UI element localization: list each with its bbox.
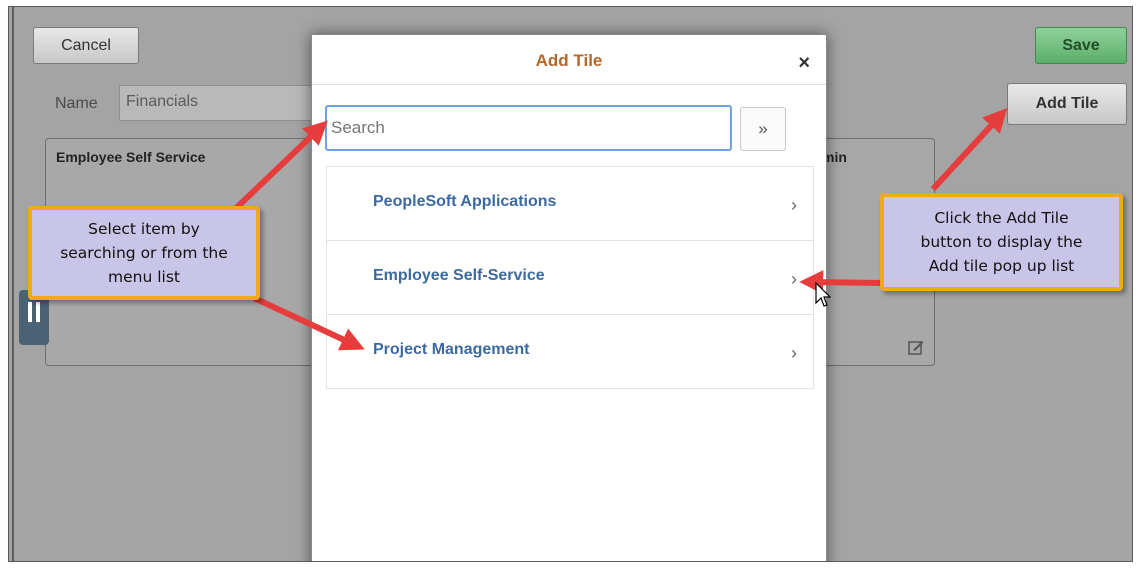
callout-line: menu list [108,268,180,286]
callout-line: Select item by [88,220,200,238]
save-button[interactable]: Save [1035,27,1127,64]
menu-item-project-management[interactable]: Project Management › [327,315,813,389]
mouse-cursor-icon [815,282,831,307]
search-go-button[interactable]: » [740,107,786,151]
add-tile-dialog: Add Tile × » PeopleSoft Applications › E… [311,34,827,561]
callout-line: button to display the [920,233,1083,251]
callout-line: searching or from the [60,244,228,262]
callout-line: Click the Add Tile [934,209,1069,227]
cancel-button[interactable]: Cancel [33,27,139,64]
callout-select-item: Select item by searching or from the men… [28,206,260,300]
menu-item-label: Employee Self-Service [373,267,545,284]
menu-item-employee-self-service[interactable]: Employee Self-Service › [327,241,813,315]
menu-item-peoplesoft-applications[interactable]: PeopleSoft Applications › [327,167,813,241]
edit-icon[interactable] [908,339,924,355]
chevron-right-icon: › [791,343,797,363]
name-field[interactable]: Financials [119,85,319,121]
divider [312,84,826,85]
close-icon[interactable]: × [798,53,810,73]
name-label: Name [55,95,98,112]
callout-add-tile: Click the Add Tile button to display the… [880,193,1123,291]
menu-item-label: Project Management [373,341,530,358]
dialog-title: Add Tile [535,51,603,70]
tile-menu-list: PeopleSoft Applications › Employee Self-… [326,166,814,389]
add-tile-button[interactable]: Add Tile [1007,83,1127,125]
callout-line: Add tile pop up list [928,257,1075,275]
chevron-right-icon: › [791,269,797,289]
menu-item-label: PeopleSoft Applications [373,193,557,210]
frame-edge [12,7,14,561]
chevron-right-icon: › [791,195,797,215]
tile-title: Employee Self Service [56,149,206,165]
search-input[interactable] [325,105,732,151]
